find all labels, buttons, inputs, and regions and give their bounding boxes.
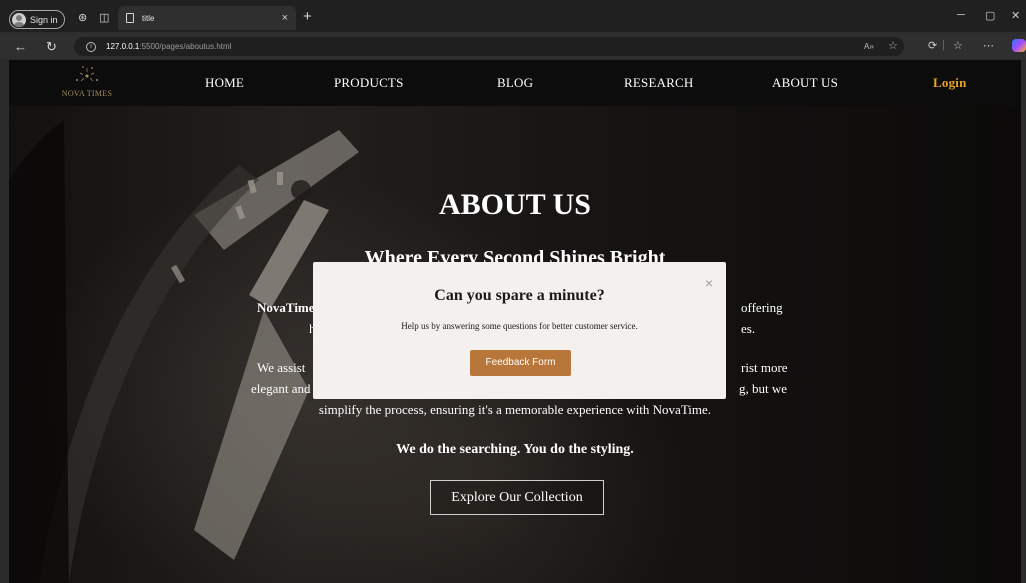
profile-avatar-icon [12,12,26,27]
browser-titlebar: Sign in ⊛ ◫ title × + ─ ▢ ✕ [0,0,1026,33]
modal-text: Help us by answering some questions for … [401,321,638,331]
nav-blog[interactable]: BLOG [497,75,533,91]
nova-times-logo[interactable]: NOVA TIMES [47,64,127,102]
intro-line1-right: offering [741,300,783,315]
nav-research[interactable]: RESEARCH [624,75,694,91]
explore-collection-button[interactable]: Explore Our Collection [430,480,604,515]
favorites-star-icon[interactable]: ☆ [888,37,898,56]
nav-login[interactable]: Login [933,75,967,91]
nav-about-us[interactable]: ABOUT US [772,75,838,91]
page-icon [126,13,134,23]
feedback-form-button[interactable]: Feedback Form [470,350,571,376]
browser-essentials-icon[interactable]: ⟳ [928,39,937,52]
address-bar[interactable]: i 127.0.0.1:5500/pages/aboutus.html A» ☆ [74,37,904,56]
minimize-icon[interactable]: ─ [957,9,965,21]
toolbar-divider: | [942,39,945,51]
sign-in-label: Sign in [30,14,58,25]
tab-close-icon[interactable]: × [282,12,288,24]
back-arrow-icon[interactable]: ← [14,39,27,54]
tagline: We do the searching. You do the styling. [396,442,634,457]
url-path: :5500/pages/aboutus.html [139,42,232,51]
mission-line1-right: rist more [741,360,788,375]
site-navbar: NOVA TIMES HOME PRODUCTS BLOG RESEARCH A… [9,60,1021,106]
intro-line2-right: es. [741,321,756,336]
new-tab-button[interactable]: + [303,8,312,25]
nav-products[interactable]: PRODUCTS [334,75,404,91]
mission-line3: simplify the process, ensuring it's a me… [318,402,712,417]
window-close-icon[interactable]: ✕ [1011,9,1020,22]
page-title: ABOUT US [439,188,591,221]
mission-line2-left: elegant and [251,381,311,396]
reload-icon[interactable]: ↻ [46,39,57,55]
tab-title: title [142,13,155,23]
logo-star-icon [76,66,98,82]
workspaces-icon[interactable]: ⊛ [78,13,87,24]
nav-home[interactable]: HOME [205,75,244,91]
tab-actions-icon[interactable]: ◫ [99,13,109,24]
brand-name-text: NovaTime [257,300,315,315]
mission-line2-right: g, but we [739,381,788,396]
address-bar-row: ← ↻ i 127.0.0.1:5500/pages/aboutus.html … [0,34,1026,59]
read-aloud-icon[interactable]: A» [864,37,874,56]
url-host: 127.0.0.1 [106,42,140,51]
favorites-icon[interactable]: ☆ [953,39,963,52]
browser-tab[interactable]: title × [118,6,296,30]
web-page: NOVA TIMES HOME PRODUCTS BLOG RESEARCH A… [9,60,1021,583]
sign-in-button[interactable]: Sign in [9,10,65,29]
info-icon[interactable]: i [86,41,96,52]
logo-text: NOVA TIMES [61,89,113,98]
restore-icon[interactable]: ▢ [985,9,995,22]
feedback-modal: × Can you spare a minute? Help us by ans… [313,262,726,399]
mission-line1-left: We assist [257,360,306,375]
more-icon[interactable]: ⋯ [983,39,994,52]
modal-title: Can you spare a minute? [434,287,605,304]
copilot-icon[interactable] [1012,39,1026,52]
